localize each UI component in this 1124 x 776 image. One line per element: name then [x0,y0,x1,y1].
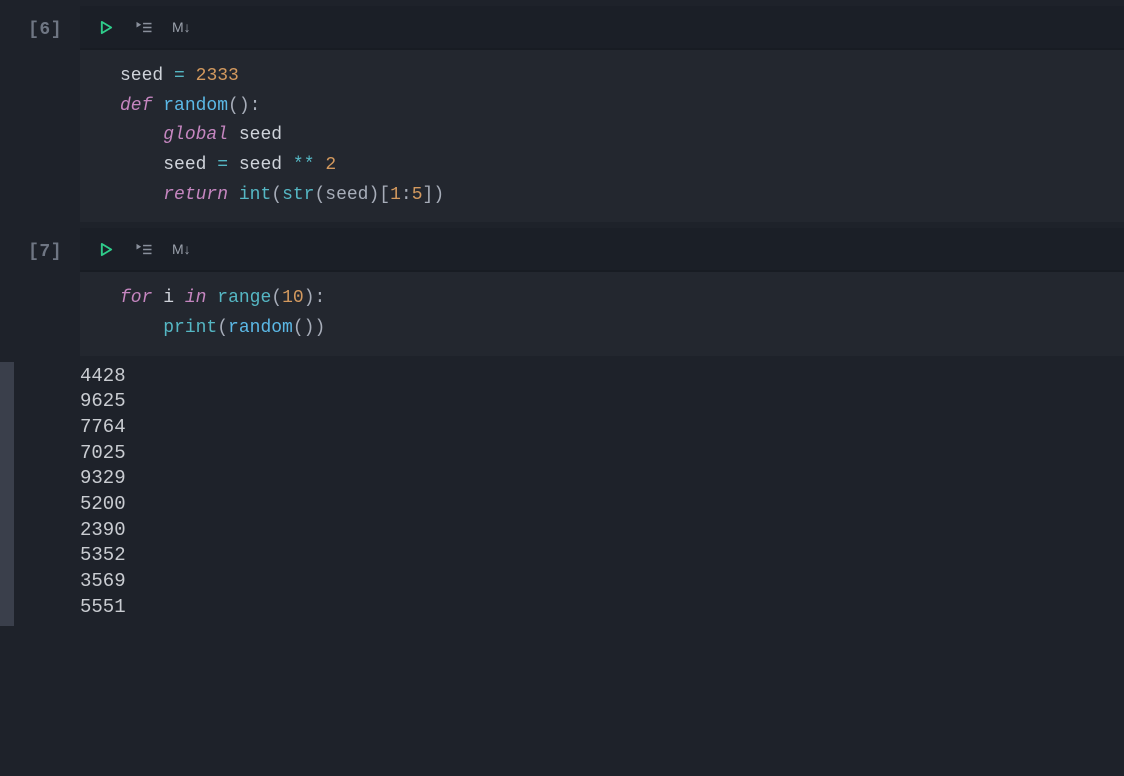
code-line: return int(str(seed)[1:5]) [80,181,1108,211]
play-icon [99,242,114,257]
notebook-cell: [7] M↓ for i in range(10): print(random(… [0,228,1124,355]
stdout-text: 4428 9625 7764 7025 9329 5200 2390 5352 … [80,362,126,626]
code-line: global seed [80,121,1108,151]
cell-main: M↓ seed = 2333def random(): global seed … [80,6,1124,222]
cell-main: M↓ for i in range(10): print(random()) [80,228,1124,355]
run-by-line-button[interactable] [134,17,154,37]
run-cell-button[interactable] [96,17,116,37]
code-line: seed = seed ** 2 [80,151,1108,181]
output-gutter [0,362,14,626]
code-line: seed = 2333 [80,62,1108,92]
execution-count: [7] [0,228,80,262]
code-editor[interactable]: for i in range(10): print(random()) [80,272,1124,355]
step-icon [135,20,153,35]
code-editor[interactable]: seed = 2333def random(): global seed see… [80,50,1124,222]
run-by-line-button[interactable] [134,239,154,259]
execution-count: [6] [0,6,80,40]
markdown-toggle-button[interactable]: M↓ [172,241,191,257]
code-line: def random(): [80,92,1108,122]
play-icon [99,20,114,35]
markdown-toggle-button[interactable]: M↓ [172,19,191,35]
run-cell-button[interactable] [96,239,116,259]
cell-toolbar: M↓ [80,228,1124,272]
code-line: for i in range(10): [80,284,1108,314]
notebook-cell: [6] M↓ seed = 2333def random(): global s… [0,6,1124,222]
cell-toolbar: M↓ [80,6,1124,50]
cell-output: 4428 9625 7764 7025 9329 5200 2390 5352 … [0,362,1124,626]
step-icon [135,242,153,257]
code-line: print(random()) [80,314,1108,344]
